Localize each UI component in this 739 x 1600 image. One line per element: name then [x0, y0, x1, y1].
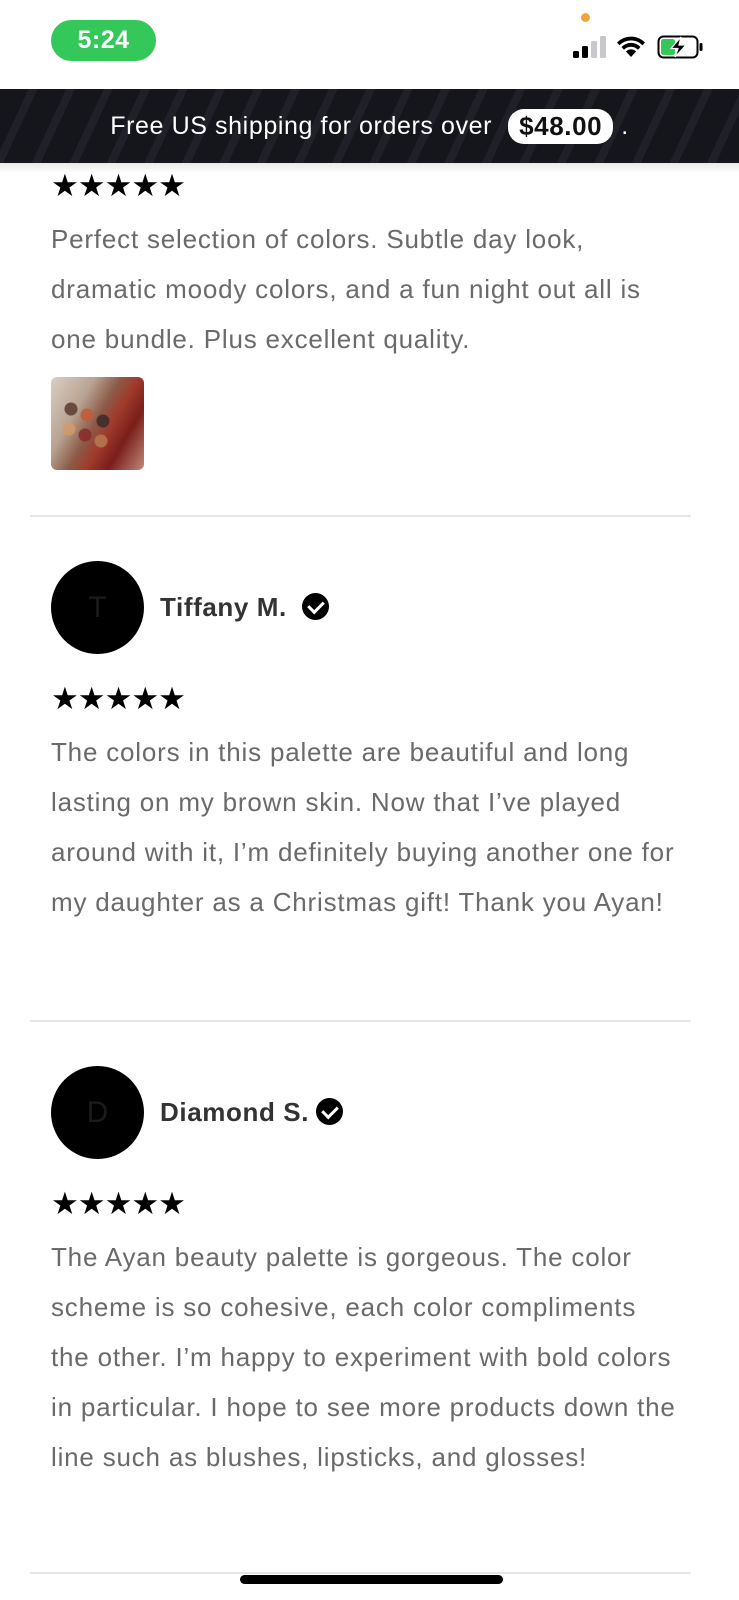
verified-check-icon — [316, 1098, 343, 1125]
home-indicator[interactable] — [240, 1575, 503, 1584]
review-photo-thumbnail[interactable] — [51, 377, 144, 470]
palette-photo — [59, 399, 115, 449]
shipping-announcement-banner[interactable]: Free US shipping for orders over $48.00 … — [0, 89, 739, 163]
star-rating: ★★★★★ — [51, 1186, 186, 1221]
status-bar: 5:24 — [0, 0, 739, 89]
review-divider — [30, 515, 691, 517]
wifi-icon — [617, 36, 645, 57]
review-divider — [30, 1020, 691, 1022]
status-time: 5:24 — [51, 20, 156, 61]
signal-icon — [573, 36, 607, 58]
reviewer-name: Diamond S. — [160, 1097, 310, 1127]
review-divider — [30, 1572, 691, 1574]
review-body: The colors in this palette are beautiful… — [51, 737, 675, 917]
verified-check-icon — [302, 593, 329, 620]
shipping-threshold-amount: $48.00 — [508, 108, 614, 144]
review-body: Perfect selection of colors. Subtle day … — [51, 224, 641, 354]
privacy-indicator-dot — [581, 13, 590, 22]
battery-charging-icon — [657, 35, 703, 59]
star-rating: ★★★★★ — [51, 681, 186, 716]
avatar: T — [51, 561, 144, 654]
review-body: The Ayan beauty palette is gorgeous. The… — [51, 1242, 676, 1472]
reviewer-name: Tiffany M. — [160, 592, 287, 622]
star-rating: ★★★★★ — [51, 168, 186, 203]
avatar: D — [51, 1066, 144, 1159]
announcement-suffix: . — [621, 111, 629, 140]
announcement-text: Free US shipping for orders over — [110, 111, 493, 140]
